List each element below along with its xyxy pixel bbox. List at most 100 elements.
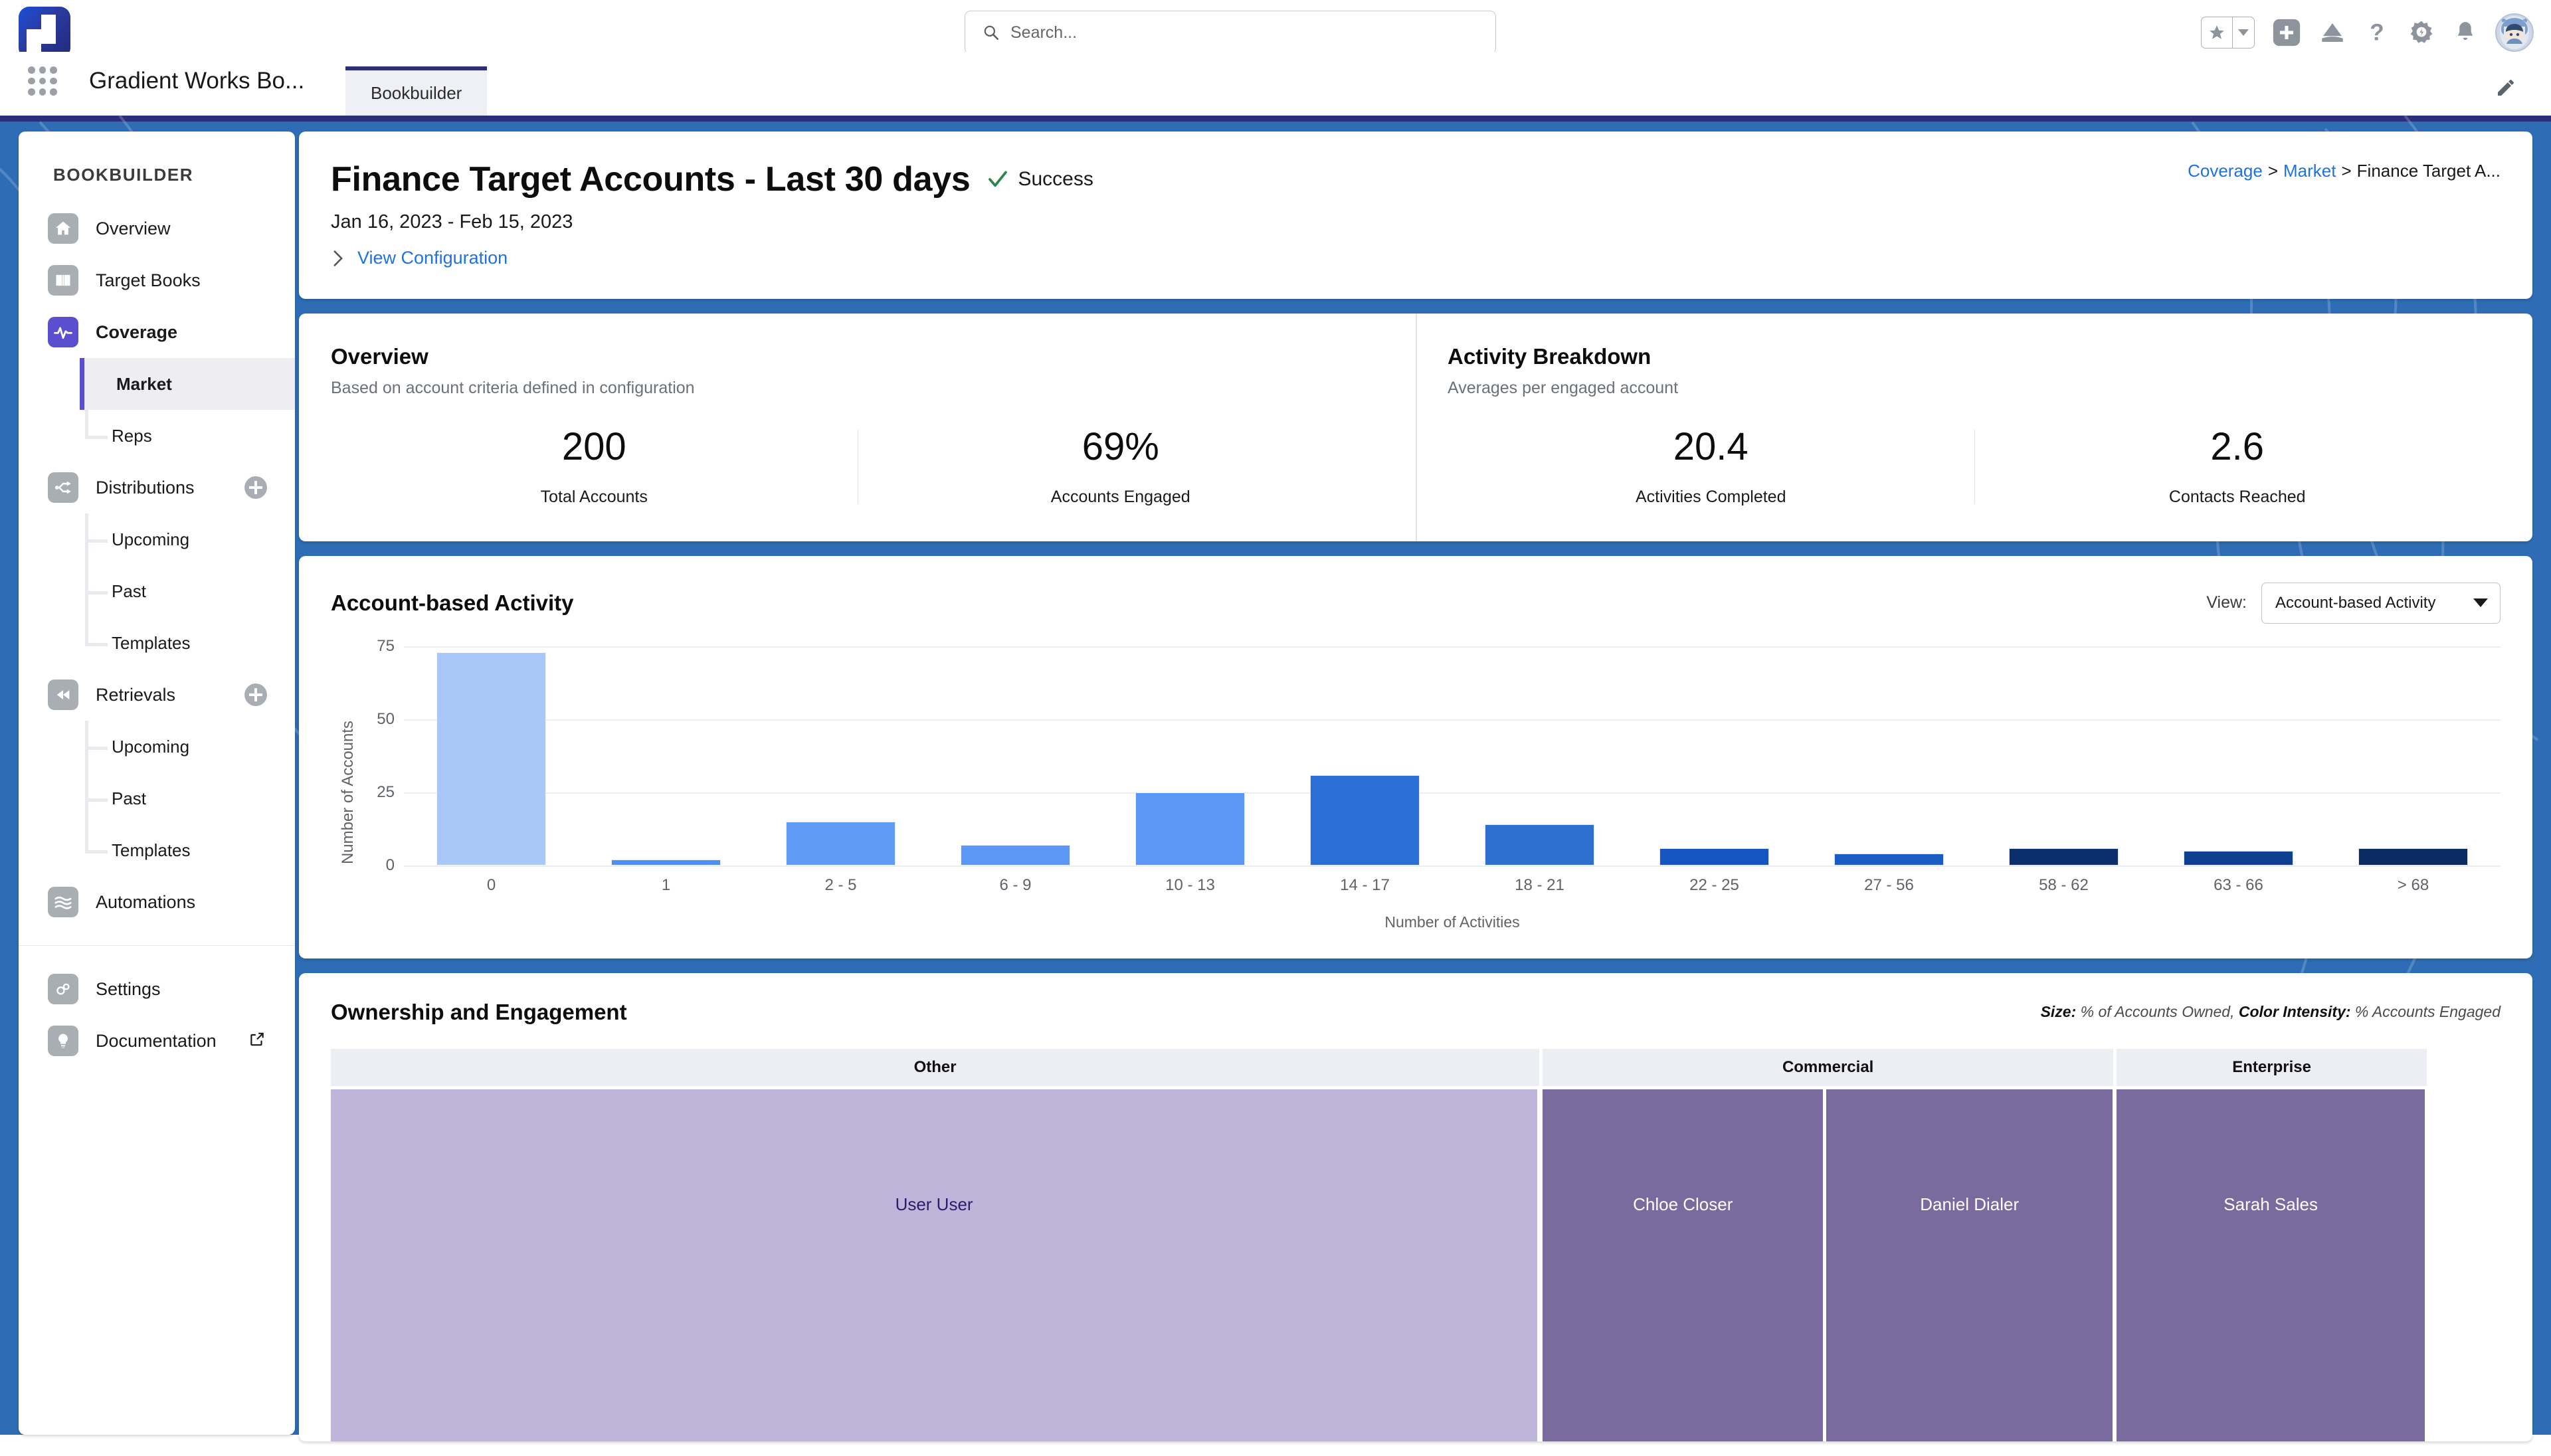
sidebar-item-automations[interactable]: Automations (19, 876, 295, 928)
bar[interactable] (960, 845, 1071, 865)
stat-label: Activities Completed (1636, 487, 1786, 506)
favorites-dropdown-icon[interactable] (2233, 17, 2254, 48)
stat-value: 200 (561, 425, 626, 468)
add-distribution-button[interactable] (244, 476, 267, 499)
x-tick-label: 6 - 9 (999, 875, 1032, 894)
gears-icon (48, 974, 78, 1004)
treemap-group-header: Other (331, 1048, 1540, 1086)
bar[interactable] (2008, 848, 2119, 865)
notifications-bell-icon[interactable] (2453, 19, 2478, 46)
overview-block: Overview Based on account criteria defin… (299, 314, 1416, 541)
external-link-icon[interactable] (248, 1031, 266, 1051)
date-range-label: Jan 16, 2023 - Feb 15, 2023 (331, 211, 573, 232)
gradient-works-logo (19, 7, 70, 58)
bar[interactable] (611, 860, 721, 865)
treemap-group-header: Enterprise (2117, 1048, 2427, 1086)
favorites-star-icon[interactable] (2202, 17, 2232, 48)
search-icon (984, 25, 999, 41)
sidebar-subitem-distributions-upcoming[interactable]: Upcoming (19, 513, 295, 565)
metrics-card: Overview Based on account criteria defin… (299, 314, 2532, 541)
sidebar-item-label: Coverage (96, 321, 178, 342)
bar[interactable] (1834, 854, 1944, 865)
sidebar-subitem-distributions-templates[interactable]: Templates (19, 617, 295, 669)
bar-column[interactable] (1277, 646, 1452, 865)
bar-column[interactable] (2326, 646, 2501, 865)
sidebar-item-label: Documentation (96, 1030, 217, 1051)
legend-size-label: Size: (2040, 1003, 2077, 1021)
bar-column[interactable] (1103, 646, 1277, 865)
ownership-legend: Size: % of Accounts Owned, Color Intensi… (2041, 1003, 2501, 1021)
bar[interactable] (436, 652, 547, 865)
sidebar-item-coverage[interactable]: Coverage (19, 306, 295, 358)
pulse-icon (48, 317, 78, 347)
bar-column[interactable] (2151, 646, 2326, 865)
stat-total-accounts: 200 Total Accounts (331, 425, 858, 507)
sidebar-item-retrievals[interactable]: Retrievals (19, 669, 295, 721)
book-icon (48, 265, 78, 296)
chevron-right-icon[interactable] (331, 250, 345, 267)
treemap-cell[interactable]: Daniel Dialer (1826, 1089, 2113, 1441)
sidebar-subitem-label: Templates (112, 840, 191, 860)
sidebar-item-target-books[interactable]: Target Books (19, 254, 295, 306)
sidebar-item-distributions[interactable]: Distributions (19, 462, 295, 513)
bar[interactable] (1135, 792, 1246, 865)
treemap-group-header: Commercial (1543, 1048, 2114, 1086)
service-cloud-icon[interactable] (2318, 19, 2346, 46)
breadcrumb-market[interactable]: Market (2283, 161, 2336, 181)
bar[interactable] (785, 821, 896, 865)
x-axis-title: Number of Activities (1384, 913, 1520, 931)
page-title: Finance Target Accounts - Last 30 days (331, 160, 971, 199)
bar[interactable] (1659, 848, 1770, 865)
bar[interactable] (2183, 850, 2294, 865)
overview-title: Overview (331, 344, 428, 369)
global-actions-plus-icon[interactable] (2272, 18, 2301, 47)
view-select[interactable]: Account-based Activity (2261, 582, 2501, 624)
sidebar-item-settings[interactable]: Settings (19, 963, 295, 1015)
sidebar-subitem-market[interactable]: Market (80, 358, 295, 410)
favorites-button-group[interactable] (2200, 17, 2255, 48)
treemap-group: Other User User (331, 1048, 1540, 1441)
tab-bookbuilder[interactable]: Bookbuilder (345, 66, 488, 116)
bar-column[interactable] (1802, 646, 1976, 865)
y-tick-label: 50 (377, 709, 395, 728)
bar-column[interactable] (1627, 646, 1802, 865)
bar[interactable] (2358, 848, 2469, 865)
bar[interactable] (1309, 774, 1420, 865)
sidebar-item-overview[interactable]: Overview (19, 203, 295, 254)
ownership-title: Ownership and Engagement (331, 999, 627, 1024)
sidebar-item-label: Automations (96, 891, 196, 912)
app-launcher-waffle-icon[interactable] (28, 66, 57, 96)
treemap-cell[interactable]: Chloe Closer (1543, 1089, 1824, 1441)
help-icon[interactable]: ? (2364, 19, 2390, 46)
bar-column[interactable] (404, 646, 579, 865)
bar[interactable] (1484, 824, 1595, 865)
pencil-icon[interactable] (2495, 77, 2516, 102)
sidebar-item-label: Distributions (96, 477, 195, 498)
treemap-cell[interactable]: Sarah Sales (2117, 1089, 2425, 1441)
setup-gear-icon[interactable] (2408, 19, 2435, 46)
global-search[interactable] (965, 11, 1496, 54)
add-retrieval-button[interactable] (244, 683, 267, 706)
stat-contacts-reached: 2.6 Contacts Reached (1974, 426, 2501, 507)
user-avatar[interactable] (2495, 13, 2534, 52)
sidebar-subitem-distributions-past[interactable]: Past (19, 565, 295, 617)
sidebar-subitem-retrievals-templates[interactable]: Templates (19, 824, 295, 876)
treemap-cell[interactable]: User User (331, 1089, 1538, 1441)
view-configuration-link[interactable]: View Configuration (357, 248, 508, 268)
distribute-icon (48, 472, 78, 503)
sidebar-subitem-retrievals-past[interactable]: Past (19, 773, 295, 824)
bar-column[interactable] (579, 646, 753, 865)
sidebar-item-label: Retrievals (96, 684, 176, 705)
breadcrumb-coverage[interactable]: Coverage (2188, 161, 2263, 181)
chart-title: Account-based Activity (331, 590, 574, 615)
bar-column[interactable] (1976, 646, 2151, 865)
activity-breakdown-block: Activity Breakdown Averages per engaged … (1416, 314, 2532, 541)
sidebar-subitem-reps[interactable]: Reps (19, 410, 295, 462)
sidebar-item-documentation[interactable]: Documentation (19, 1015, 295, 1067)
bar-column[interactable] (1452, 646, 1627, 865)
bar-column[interactable] (753, 646, 928, 865)
sidebar-subitem-retrievals-upcoming[interactable]: Upcoming (19, 721, 295, 773)
bar-column[interactable] (928, 646, 1103, 865)
sidebar-subitem-label: Upcoming (112, 736, 190, 757)
search-input[interactable] (1010, 23, 1495, 43)
